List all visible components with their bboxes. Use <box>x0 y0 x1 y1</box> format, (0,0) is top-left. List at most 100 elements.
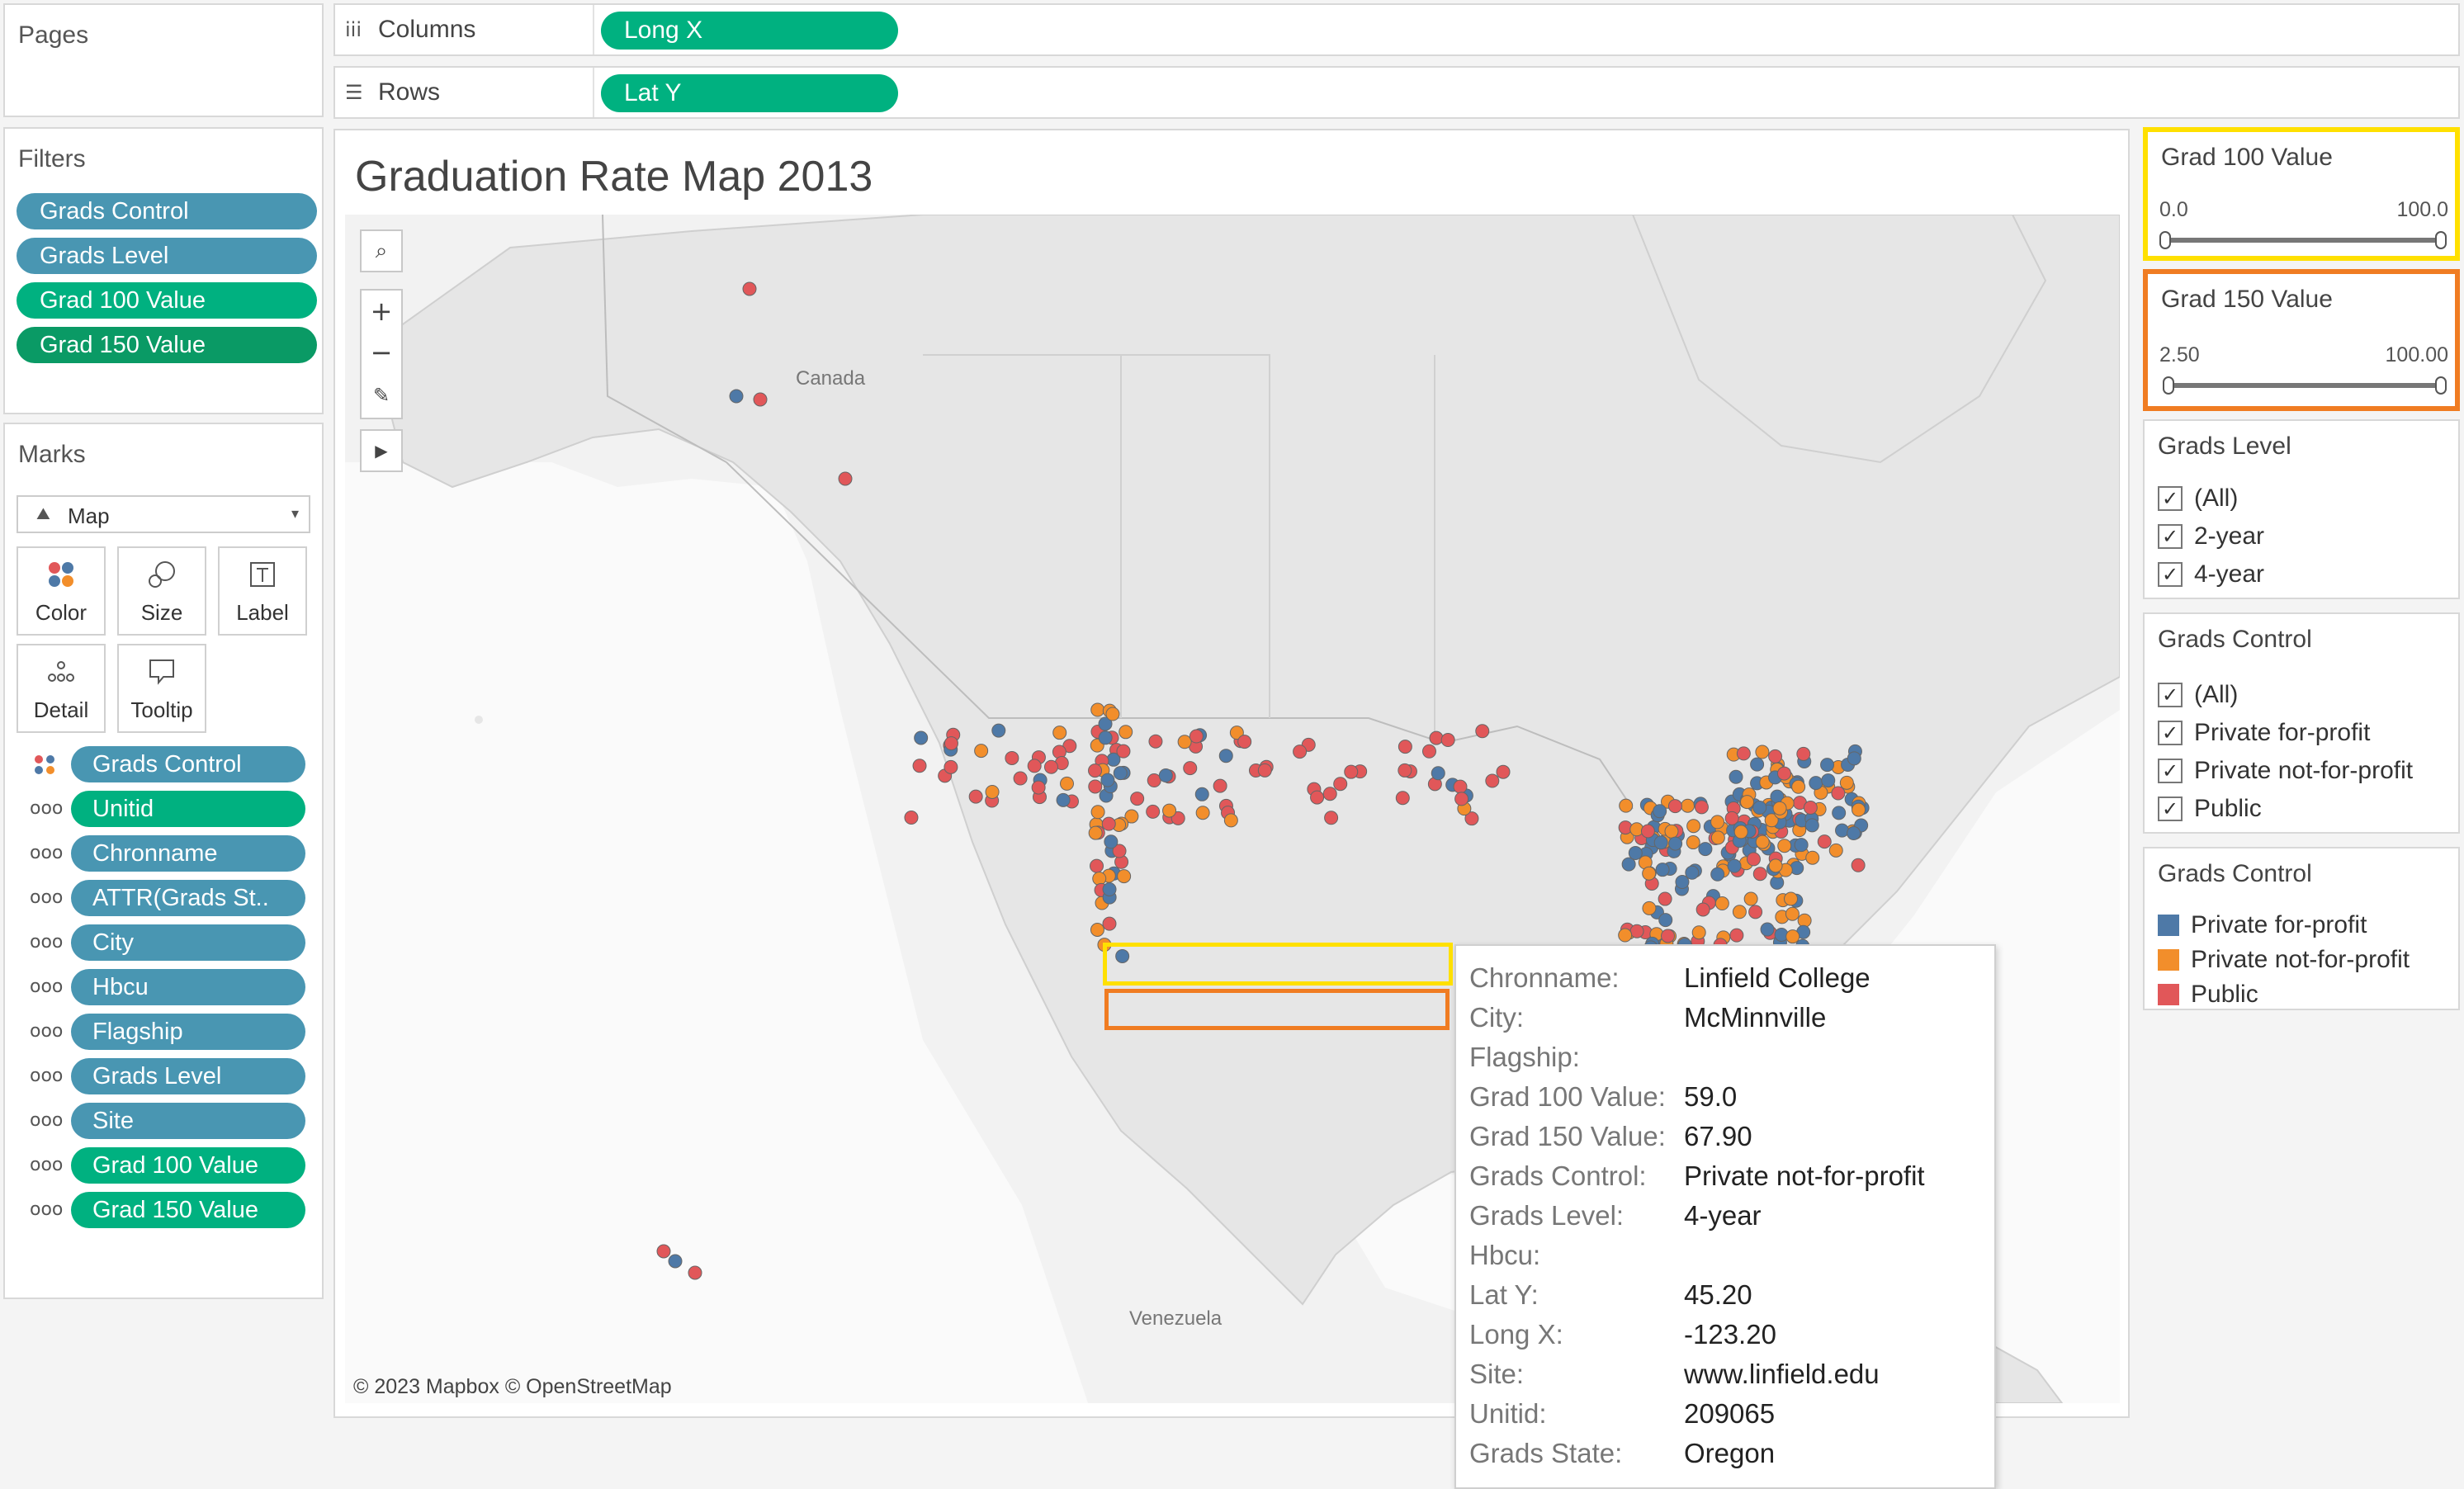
institution-point[interactable] <box>1031 780 1046 795</box>
institution-point[interactable] <box>1395 791 1410 806</box>
institution-point[interactable] <box>1344 764 1359 779</box>
institution-point[interactable] <box>1698 842 1713 857</box>
institution-point[interactable] <box>1784 891 1799 906</box>
institution-point[interactable] <box>1732 905 1747 919</box>
institution-point[interactable] <box>688 1265 702 1280</box>
color-button[interactable]: Color <box>17 546 106 636</box>
tooltip-button[interactable]: Tooltip <box>117 644 206 733</box>
institution-point[interactable] <box>1694 800 1709 815</box>
zoom-in-button[interactable]: + <box>362 291 401 332</box>
institution-point[interactable] <box>1158 768 1173 783</box>
grad-100-slider-track[interactable] <box>2164 238 2442 243</box>
institution-point[interactable] <box>912 759 927 773</box>
institution-point[interactable] <box>1691 925 1706 940</box>
institution-point[interactable] <box>1090 922 1104 937</box>
institution-point[interactable] <box>1475 724 1490 739</box>
institution-point[interactable] <box>1619 798 1634 813</box>
institution-point[interactable] <box>1189 729 1204 744</box>
checkbox-checked-icon[interactable]: ✓ <box>2158 562 2183 587</box>
legend-item-private-for-profit[interactable]: Private for-profit <box>2158 910 2367 941</box>
institution-point[interactable] <box>1116 744 1131 759</box>
institution-point[interactable] <box>1088 763 1103 778</box>
pages-panel[interactable]: Pages <box>3 3 324 117</box>
mark-type-dropdown[interactable]: ⛰ Map ▾ <box>17 495 310 533</box>
institution-point[interactable] <box>1739 795 1754 810</box>
grads-control-option-private-not-for-profit[interactable]: ✓ Private not-for-profit <box>2158 754 2413 787</box>
institution-point[interactable] <box>1453 779 1468 794</box>
institution-point[interactable] <box>1817 834 1832 849</box>
institution-point[interactable] <box>974 744 989 759</box>
marks-pill-site[interactable]: Site <box>71 1103 305 1139</box>
institution-point[interactable] <box>1777 839 1792 853</box>
institution-point[interactable] <box>1785 929 1800 944</box>
institution-point[interactable] <box>985 784 1000 799</box>
institution-point[interactable] <box>1750 757 1765 772</box>
institution-point[interactable] <box>1831 786 1846 801</box>
institution-point[interactable] <box>1776 766 1791 781</box>
grad-100-slider-max-handle[interactable] <box>2435 231 2447 249</box>
marks-pill-unitid[interactable]: Unitid <box>71 791 305 827</box>
institution-point[interactable] <box>1194 787 1209 801</box>
institution-point[interactable] <box>1293 744 1308 759</box>
institution-point[interactable] <box>1183 761 1198 776</box>
columns-pill-long-x[interactable]: Long X <box>601 12 898 50</box>
rows-pill-lat-y[interactable]: Lat Y <box>601 74 898 112</box>
institution-point[interactable] <box>1755 744 1770 759</box>
institution-point[interactable] <box>1785 906 1800 921</box>
institution-point[interactable] <box>1768 858 1783 873</box>
institution-point[interactable] <box>1668 836 1683 851</box>
institution-point[interactable] <box>914 730 929 745</box>
marks-pill-flagship[interactable]: Flagship <box>71 1014 305 1050</box>
grads-control-option-private-for-profit[interactable]: ✓ Private for-profit <box>2158 716 2370 749</box>
institution-point[interactable] <box>1429 730 1444 745</box>
institution-point[interactable] <box>1496 764 1511 779</box>
institution-point[interactable] <box>1027 759 1042 773</box>
marks-pill-attr-grads-state[interactable]: ATTR(Grads St.. <box>71 880 305 916</box>
institution-point[interactable] <box>1237 735 1252 749</box>
institution-point[interactable] <box>1695 902 1710 917</box>
marks-pill-chronname[interactable]: Chronname <box>71 835 305 872</box>
institution-point[interactable] <box>1852 802 1866 817</box>
checkbox-checked-icon[interactable]: ✓ <box>2158 683 2183 707</box>
institution-point[interactable] <box>1685 865 1700 880</box>
institution-point[interactable] <box>1102 882 1117 896</box>
institution-point[interactable] <box>1162 803 1177 818</box>
institution-point[interactable] <box>1454 792 1469 806</box>
institution-point[interactable] <box>991 723 1006 738</box>
institution-point[interactable] <box>1733 825 1748 839</box>
checkbox-checked-icon[interactable]: ✓ <box>2158 721 2183 745</box>
institution-point[interactable] <box>1333 777 1348 792</box>
institution-point[interactable] <box>1090 805 1105 820</box>
grads-level-option-2-year[interactable]: ✓ 2-year <box>2158 520 2264 553</box>
institution-point[interactable] <box>1642 866 1657 881</box>
institution-point[interactable] <box>1105 707 1120 721</box>
institution-point[interactable] <box>1013 771 1028 786</box>
institution-point[interactable] <box>1729 928 1744 943</box>
institution-point[interactable] <box>1664 824 1679 839</box>
institution-point[interactable] <box>753 392 768 407</box>
institution-point[interactable] <box>1653 804 1667 819</box>
institution-point[interactable] <box>1748 905 1763 919</box>
institution-point[interactable] <box>1148 734 1163 749</box>
map-search-button[interactable]: ⌕ <box>360 229 403 272</box>
institution-point[interactable] <box>1796 746 1811 761</box>
institution-point[interactable] <box>1398 740 1412 754</box>
institution-point[interactable] <box>1100 773 1115 787</box>
institution-point[interactable] <box>1658 913 1673 928</box>
institution-point[interactable] <box>1794 838 1809 853</box>
institution-point[interactable] <box>1090 702 1105 717</box>
institution-point[interactable] <box>1618 928 1633 943</box>
marks-pill-grad-150-value[interactable]: Grad 150 Value <box>71 1192 305 1228</box>
label-button[interactable]: Label <box>218 546 307 636</box>
institution-point[interactable] <box>1803 800 1818 815</box>
institution-point[interactable] <box>1710 867 1725 882</box>
institution-point[interactable] <box>1088 779 1103 794</box>
institution-point[interactable] <box>1310 790 1325 805</box>
grads-level-option-all[interactable]: ✓ (All) <box>2158 482 2238 515</box>
institution-point[interactable] <box>1102 916 1117 931</box>
institution-point[interactable] <box>1257 763 1272 778</box>
institution-point[interactable] <box>1322 787 1337 801</box>
institution-point[interactable] <box>1847 751 1861 766</box>
institution-point[interactable] <box>656 1244 671 1259</box>
marks-pill-hbcu[interactable]: Hbcu <box>71 969 305 1005</box>
